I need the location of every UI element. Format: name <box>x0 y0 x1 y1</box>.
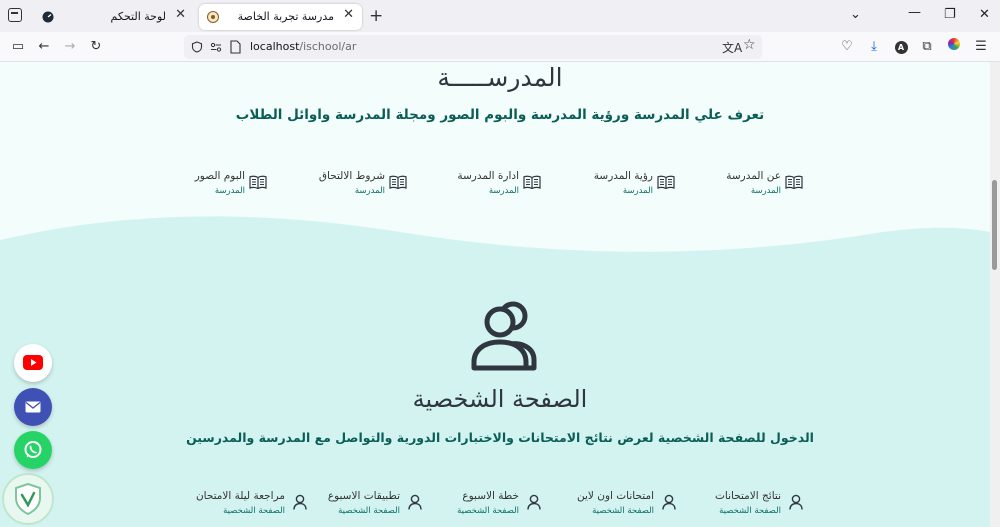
item-text: امتحانات اون لاين الصفحة الشخصية <box>577 490 654 516</box>
minimize-icon[interactable]: — <box>908 5 921 20</box>
close-icon[interactable]: ✕ <box>343 7 354 22</box>
item-text: رؤية المدرسة المدرسة <box>594 170 653 196</box>
item-text: مراجعة ليلة الامتحان الصفحة الشخصية <box>196 490 285 516</box>
youtube-icon <box>23 355 43 370</box>
item-label: عن المدرسة <box>726 170 781 182</box>
page-content: المدرســـــة تعرف علي المدرسة ورؤية المد… <box>0 62 990 527</box>
item-category: المدرسة <box>354 186 385 196</box>
profile-subtitle: الدخول للصفحة الشخصية لعرض نتائج الامتحا… <box>186 430 814 445</box>
user-icon <box>789 494 803 514</box>
star-icon[interactable]: ☆ <box>743 37 756 53</box>
item-label: شروط الالتحاق <box>318 170 385 182</box>
back-icon[interactable]: ← <box>35 38 53 56</box>
color-extension-icon[interactable] <box>945 38 963 56</box>
permissions-icon[interactable] <box>210 41 222 53</box>
reload-icon[interactable]: ↻ <box>87 38 105 56</box>
book-icon <box>785 174 803 193</box>
item-label: مراجعة ليلة الامتحان <box>195 490 285 502</box>
school-logo[interactable] <box>2 473 54 525</box>
users-icon <box>471 301 537 371</box>
item-text: شروط الالتحاق المدرسة <box>319 170 385 196</box>
item-text: خطة الاسبوع الصفحة الشخصية <box>457 490 519 516</box>
mail-button[interactable] <box>14 388 52 426</box>
school-logo-icon <box>207 11 219 23</box>
tab-dashboard[interactable]: لوحة التحكم ✕ <box>34 4 194 30</box>
list-item[interactable]: شروط الالتحاق المدرسة <box>257 170 407 206</box>
item-category: المدرسة <box>214 186 245 196</box>
item-text: تطبيقات الاسبوع الصفحة الشخصية <box>328 490 400 516</box>
book-icon <box>389 174 407 193</box>
window-close-icon[interactable]: ✕ <box>979 7 990 22</box>
scrollbar[interactable] <box>990 62 1000 527</box>
tab-title: مدرسة تجربة الخاصة <box>237 10 334 23</box>
youtube-button[interactable] <box>14 344 52 382</box>
extensions-icon[interactable]: ⧉ <box>918 38 936 56</box>
item-text: البوم الصور المدرسة <box>195 170 245 196</box>
whatsapp-button[interactable] <box>14 431 52 469</box>
item-text: نتائج الامتحانات الصفحة الشخصية <box>715 490 781 516</box>
translate-icon[interactable]: 文A <box>722 39 742 56</box>
url-host: localhost <box>250 40 300 53</box>
item-category: المدرسة <box>622 186 653 196</box>
item-category: الصفحة الشخصية <box>223 506 285 516</box>
whatsapp-icon <box>24 441 42 458</box>
close-icon[interactable]: ✕ <box>175 7 186 22</box>
item-category: الصفحة الشخصية <box>719 506 781 516</box>
pocket-icon[interactable]: ♡ <box>838 38 856 56</box>
school-subtitle: تعرف علي المدرسة ورؤية المدرسة والبوم ال… <box>235 107 765 123</box>
item-category: الصفحة الشخصية <box>592 506 654 516</box>
user-icon <box>293 494 307 514</box>
user-icon <box>662 494 676 514</box>
item-category: الصفحة الشخصية <box>457 506 519 516</box>
restore-icon[interactable]: ❐ <box>944 7 956 22</box>
user-icon <box>408 494 422 514</box>
download-icon[interactable]: ⤓ <box>865 38 883 56</box>
item-label: البوم الصور <box>194 170 245 182</box>
item-category: المدرسة <box>488 186 519 196</box>
account-icon[interactable]: A <box>892 38 910 56</box>
scroll-thumb[interactable] <box>992 180 997 270</box>
gauge-icon <box>42 11 54 23</box>
new-tab-icon[interactable]: + <box>369 6 383 26</box>
tab-title: لوحة التحكم <box>110 10 166 23</box>
url-text: localhost/ischool/ar <box>250 40 356 53</box>
shield-icon[interactable] <box>191 41 203 53</box>
school-heading: المدرســـــة <box>437 63 563 92</box>
item-text: ادارة المدرسة المدرسة <box>457 170 519 196</box>
item-label: رؤية المدرسة <box>593 170 653 182</box>
item-label: ادارة المدرسة <box>457 170 519 182</box>
item-label: نتائج الامتحانات <box>714 490 781 502</box>
book-icon <box>657 174 675 193</box>
url-path: /ischool/ar <box>299 40 357 53</box>
url-bar[interactable]: localhost/ischool/ar 文A ☆ <box>184 35 762 59</box>
list-item[interactable]: امتحانات اون لاين الصفحة الشخصية <box>526 490 676 526</box>
shield-logo-icon <box>15 483 41 515</box>
tab-list-icon[interactable] <box>8 8 22 22</box>
forward-icon[interactable]: → <box>61 38 79 56</box>
tab-strip: لوحة التحكم ✕ مدرسة تجربة الخاصة ✕ + ⌄ —… <box>0 0 1000 32</box>
chevron-down-icon[interactable]: ⌄ <box>850 7 861 22</box>
nav-bar: ▭ ← → ↻ localhost/ischool/ar 文A ☆ ♡ ⤓ A … <box>0 32 1000 62</box>
item-label: امتحانات اون لاين <box>577 490 654 502</box>
item-label: خطة الاسبوع <box>462 490 519 502</box>
list-item[interactable]: مراجعة ليلة الامتحان الصفحة الشخصية <box>157 490 307 526</box>
list-item[interactable]: البوم الصور المدرسة <box>117 170 267 206</box>
list-item[interactable]: رؤية المدرسة المدرسة <box>525 170 675 206</box>
item-text: عن المدرسة المدرسة <box>726 170 781 196</box>
user-icon <box>527 494 541 514</box>
book-icon <box>249 174 267 193</box>
list-item[interactable]: ادارة المدرسة المدرسة <box>391 170 541 206</box>
menu-icon[interactable]: ☰ <box>972 38 990 56</box>
sidebar-icon[interactable]: ▭ <box>9 38 27 56</box>
mail-icon <box>25 401 41 413</box>
list-item[interactable]: عن المدرسة المدرسة <box>653 170 803 206</box>
page-icon <box>230 40 241 54</box>
tab-school[interactable]: مدرسة تجربة الخاصة ✕ <box>199 4 362 30</box>
book-icon <box>523 174 541 193</box>
item-category: الصفحة الشخصية <box>338 506 400 516</box>
item-category: المدرسة <box>750 186 781 196</box>
profile-heading: الصفحة الشخصية <box>412 385 588 413</box>
item-label: تطبيقات الاسبوع <box>327 490 400 502</box>
